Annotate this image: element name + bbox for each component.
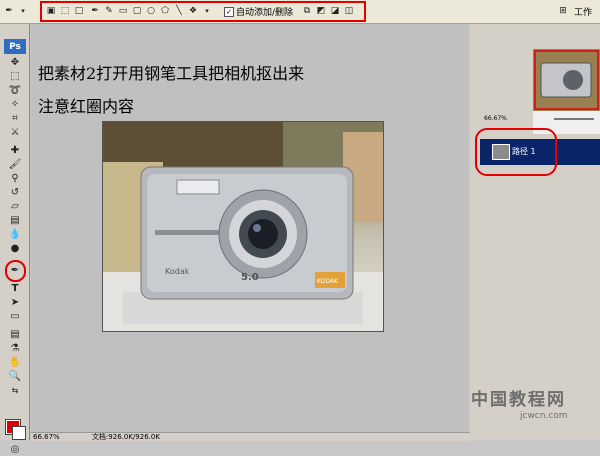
camera-photo[interactable]: Kodak 5.0 KODAK [102, 121, 384, 332]
quick-mask-icon[interactable]: ◎ [8, 444, 22, 456]
camera-illustration: Kodak 5.0 KODAK [103, 122, 383, 331]
eraser-tool-icon[interactable]: ▱ [8, 201, 22, 213]
options-bar: ✒ ▾ ▣ ⬚ □ ✒ ✎ ▭ ▢ ○ ⬠ ╲ ❖ ▾ ✓ 自动添加/删除 ⧉ … [0, 0, 600, 24]
gradient-tool-icon[interactable]: ▤ [8, 215, 22, 227]
navigator-zoom-slider[interactable] [554, 118, 594, 120]
pen-tool-highlight [5, 260, 26, 282]
eyedropper-icon[interactable]: ⚗ [8, 343, 22, 355]
camera-mp-text: 5.0 [241, 272, 259, 283]
move-tool-icon[interactable]: ✥ [8, 57, 22, 69]
brush-tool-icon[interactable]: 🖌 [8, 159, 22, 171]
blur-tool-icon[interactable]: 💧 [8, 229, 22, 241]
hand-tool-icon[interactable]: ✋ [8, 357, 22, 369]
watermark-url: jcwcn.com [520, 411, 568, 421]
type-tool-icon[interactable]: T [8, 283, 22, 295]
right-panel: 66.67% 路径 1 [470, 24, 600, 440]
path-highlight [475, 128, 557, 176]
healing-brush-icon[interactable]: ✚ [8, 145, 22, 157]
path-selection-icon[interactable]: ➤ [8, 297, 22, 309]
navigator-preview [533, 49, 600, 111]
shape-tool-icon[interactable]: ▭ [8, 311, 22, 323]
notes-tool-icon[interactable]: ▤ [8, 329, 22, 341]
swap-colors-icon[interactable]: ⇆ [8, 385, 22, 397]
preset-dropdown-icon[interactable]: ▾ [16, 4, 30, 18]
dodge-tool-icon[interactable]: ● [8, 243, 22, 255]
palette-well-icon[interactable]: ⊞ [556, 4, 570, 18]
workspace-label[interactable]: 工作 [574, 5, 592, 18]
camera-badge-text: KODAK [317, 278, 339, 285]
photoshop-logo[interactable]: Ps [4, 39, 26, 54]
options-bar-highlight [40, 1, 366, 22]
magic-wand-icon[interactable]: ✧ [8, 99, 22, 111]
history-brush-icon[interactable]: ↺ [8, 187, 22, 199]
pen-tool-preset-icon[interactable]: ✒ [2, 4, 16, 18]
marquee-tool-icon[interactable]: ⬚ [8, 71, 22, 83]
crop-tool-icon[interactable]: ⌗ [8, 113, 22, 125]
lasso-tool-icon[interactable]: ➰ [8, 85, 22, 97]
zoom-tool-icon[interactable]: 🔍 [8, 371, 22, 383]
background-color-swatch[interactable] [12, 426, 26, 440]
navigator-zoom-value[interactable]: 66.67% [484, 115, 507, 122]
clone-stamp-icon[interactable]: ⚲ [8, 173, 22, 185]
watermark-cn: 中国教程网 [471, 390, 566, 410]
navigator-zoom-row: 66.67% [484, 113, 600, 125]
slice-tool-icon[interactable]: ⚔ [8, 127, 22, 139]
toolbox: Ps ✥ ⬚ ➰ ✧ ⌗ ⚔ ✚ 🖌 ⚲ ↺ ▱ ▤ 💧 ● ✒ T ➤ ▭ ▤… [0, 24, 30, 455]
camera-brand-text: Kodak [165, 267, 190, 276]
instruction-line-1: 把素材2打开用钢笔工具把相机抠出来 [38, 64, 305, 83]
instruction-line-2: 注意红圈内容 [38, 97, 135, 116]
